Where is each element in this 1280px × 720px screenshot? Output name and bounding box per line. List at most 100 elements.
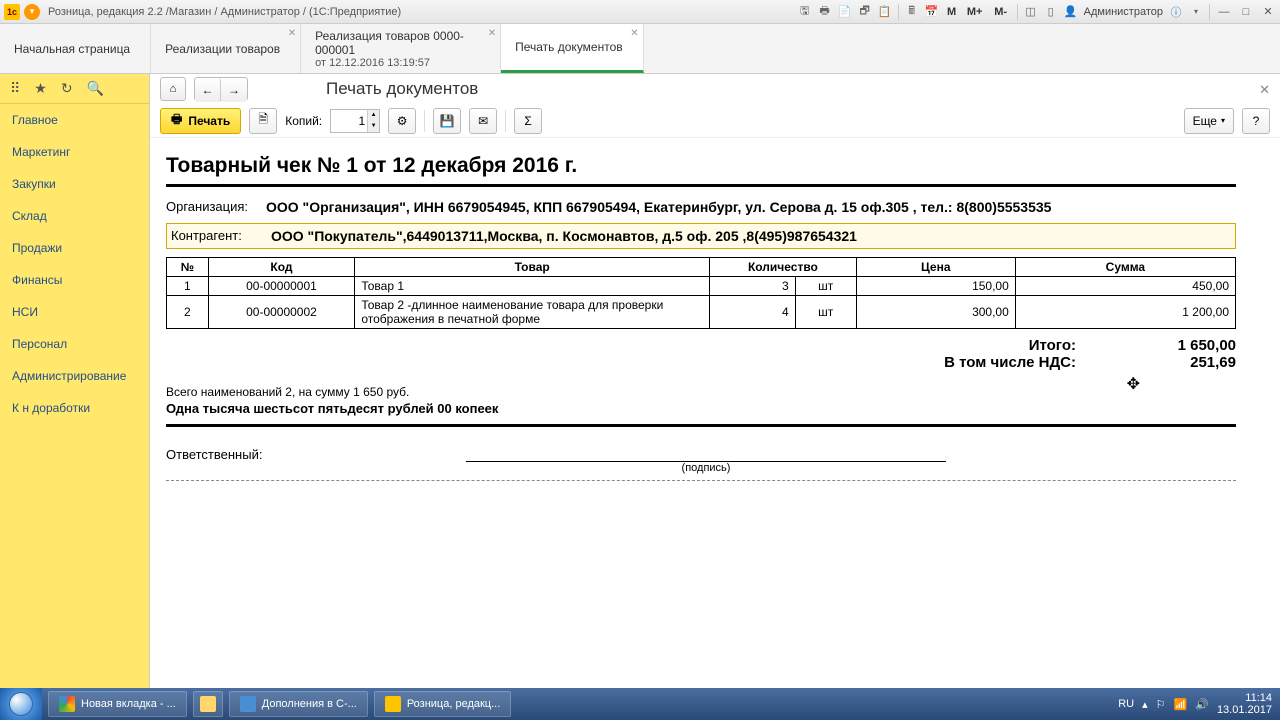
clock[interactable]: 11:14 13.01.2017 <box>1217 692 1272 716</box>
folder-icon <box>200 696 216 712</box>
cell-n: 1 <box>167 277 209 296</box>
total-value: 1 650,00 <box>1116 337 1236 354</box>
contractor-label: Контрагент: <box>171 228 271 244</box>
tab-start-page[interactable]: Начальная страница <box>0 24 151 73</box>
compare-icon[interactable]: 🗗 <box>858 5 872 19</box>
contractor-row[interactable]: Контрагент: ООО "Покупатель",6449013711,… <box>166 223 1236 249</box>
tab-label: Реализация товаров 0000-000001 <box>315 29 480 57</box>
summary-words: Одна тысяча шестьсот пятьдесят рублей 00… <box>166 401 1236 427</box>
home-button[interactable]: ⌂ <box>160 77 186 101</box>
table-row[interactable]: 100-00000001Товар 13шт150,00450,00 <box>167 277 1236 296</box>
doc-icon[interactable]: 📄 <box>838 5 852 19</box>
task-explorer[interactable] <box>193 691 223 717</box>
spin-up-icon[interactable]: ▲ <box>367 110 379 121</box>
onec-icon <box>385 696 401 712</box>
cell-unit: шт <box>795 296 856 329</box>
th-sum: Сумма <box>1015 258 1235 277</box>
print-label: Печать <box>188 114 230 128</box>
preview-button[interactable]: 🗎 <box>249 108 277 134</box>
cell-code: 00-00000002 <box>208 296 355 329</box>
sidebar-item-custom[interactable]: К н доработки <box>0 392 149 424</box>
lang-indicator[interactable]: RU <box>1118 698 1134 710</box>
tray-network-icon[interactable]: 📶 <box>1174 698 1188 711</box>
back-button[interactable]: ← <box>195 78 221 102</box>
print-icon[interactable]: 🖶 <box>818 5 832 19</box>
maximize-button[interactable]: □ <box>1238 5 1254 19</box>
start-button[interactable] <box>0 688 42 720</box>
star-icon[interactable]: ★ <box>34 80 47 97</box>
sidebar: ⠿ ★ ↻ 🔍 Главное Маркетинг Закупки Склад … <box>0 74 150 688</box>
sidebar-item-sales[interactable]: Продажи <box>0 232 149 264</box>
search-icon[interactable]: 🔍 <box>87 80 104 97</box>
panel-icon[interactable]: ▯ <box>1044 5 1058 19</box>
m-plus-button[interactable]: M+ <box>965 5 985 19</box>
windows-logo-icon <box>9 692 33 716</box>
document-area[interactable]: Товарный чек № 1 от 12 декабря 2016 г. О… <box>150 138 1280 688</box>
tab-realization-doc[interactable]: Реализация товаров 0000-000001 от 12.12.… <box>301 24 501 73</box>
cell-qty: 4 <box>710 296 796 329</box>
history-icon[interactable]: ↻ <box>61 80 73 97</box>
m-button[interactable]: M <box>945 5 959 19</box>
sum-button[interactable]: Σ <box>514 108 542 134</box>
clipboard-icon[interactable]: 📋 <box>878 5 892 19</box>
sidebar-item-purchases[interactable]: Закупки <box>0 168 149 200</box>
help-button[interactable]: ? <box>1242 108 1270 134</box>
settings-button[interactable]: ⚙ <box>388 108 416 134</box>
info-dropdown-icon[interactable]: ▾ <box>1189 5 1203 19</box>
table-row[interactable]: 200-00000002Товар 2 -длинное наименовани… <box>167 296 1236 329</box>
sidebar-item-finances[interactable]: Финансы <box>0 264 149 296</box>
sidebar-icon-row: ⠿ ★ ↻ 🔍 <box>0 74 149 104</box>
close-button[interactable]: ✕ <box>1260 5 1276 19</box>
th-code: Код <box>208 258 355 277</box>
print-button[interactable]: 🖶 Печать <box>160 108 241 134</box>
sidebar-item-warehouse[interactable]: Склад <box>0 200 149 232</box>
forward-button[interactable]: → <box>221 78 247 102</box>
sidebar-item-personnel[interactable]: Персонал <box>0 328 149 360</box>
minimize-button[interactable]: — <box>1216 5 1232 19</box>
sidebar-item-admin[interactable]: Администрирование <box>0 360 149 392</box>
tab-print-docs[interactable]: Печать документов ✕ <box>501 24 644 73</box>
tray-action-icon[interactable]: ⚐ <box>1156 698 1166 711</box>
tray-flag-icon[interactable]: ▴ <box>1142 698 1148 711</box>
save-icon[interactable]: 🖫 <box>798 5 812 19</box>
cell-price: 300,00 <box>856 296 1015 329</box>
layout-icon[interactable]: ◫ <box>1024 5 1038 19</box>
user-label: Администратор <box>1084 6 1163 18</box>
content: ⌂ ← → Печать документов ✕ 🖶 Печать 🗎 Коп… <box>150 74 1280 688</box>
taskbar: Новая вкладка - ... Дополнения в С-... Р… <box>0 688 1280 720</box>
content-header: ⌂ ← → Печать документов ✕ <box>150 74 1280 104</box>
task-chrome[interactable]: Новая вкладка - ... <box>48 691 187 717</box>
doc-title: Товарный чек № 1 от 12 декабря 2016 г. <box>166 154 1236 187</box>
calendar-icon[interactable]: 📅 <box>925 5 939 19</box>
close-icon[interactable]: ✕ <box>288 28 296 39</box>
task-1c[interactable]: Розница, редакц... <box>374 691 511 717</box>
more-button[interactable]: Еще ▾ <box>1184 108 1234 134</box>
app-icon <box>240 696 256 712</box>
tray-sound-icon[interactable]: 🔊 <box>1195 698 1209 711</box>
close-icon[interactable]: ✕ <box>630 28 638 39</box>
nav-dropdown-icon[interactable]: ▾ <box>24 4 40 20</box>
tab-realizations[interactable]: Реализации товаров ✕ <box>151 24 301 73</box>
vat-label: В том числе НДС: <box>336 354 1116 371</box>
th-price: Цена <box>856 258 1015 277</box>
system-tray: RU ▴ ⚐ 📶 🔊 11:14 13.01.2017 <box>1118 692 1272 716</box>
task-addons[interactable]: Дополнения в С-... <box>229 691 368 717</box>
window-title: Розница, редакция 2.2 /Магазин / Админис… <box>48 6 401 18</box>
sidebar-item-marketing[interactable]: Маркетинг <box>0 136 149 168</box>
info-icon[interactable]: ⓘ <box>1169 5 1183 19</box>
cell-name: Товар 2 -длинное наименование товара для… <box>355 296 710 329</box>
close-icon[interactable]: ✕ <box>488 28 496 39</box>
calc-icon[interactable]: 🖩 <box>905 5 919 19</box>
th-n: № <box>167 258 209 277</box>
save-button[interactable]: 💾 <box>433 108 461 134</box>
m-minus-button[interactable]: M- <box>991 5 1011 19</box>
spin-down-icon[interactable]: ▼ <box>367 121 379 132</box>
mail-button[interactable]: ✉ <box>469 108 497 134</box>
menu-icon[interactable]: ⠿ <box>10 80 20 97</box>
sidebar-item-nsi[interactable]: НСИ <box>0 296 149 328</box>
sidebar-item-main[interactable]: Главное <box>0 104 149 136</box>
close-panel-icon[interactable]: ✕ <box>1259 82 1270 98</box>
copies-stepper[interactable]: ▲▼ <box>330 109 380 133</box>
totals: Итого: 1 650,00 В том числе НДС: 251,69 <box>166 337 1236 371</box>
total-label: Итого: <box>336 337 1116 354</box>
